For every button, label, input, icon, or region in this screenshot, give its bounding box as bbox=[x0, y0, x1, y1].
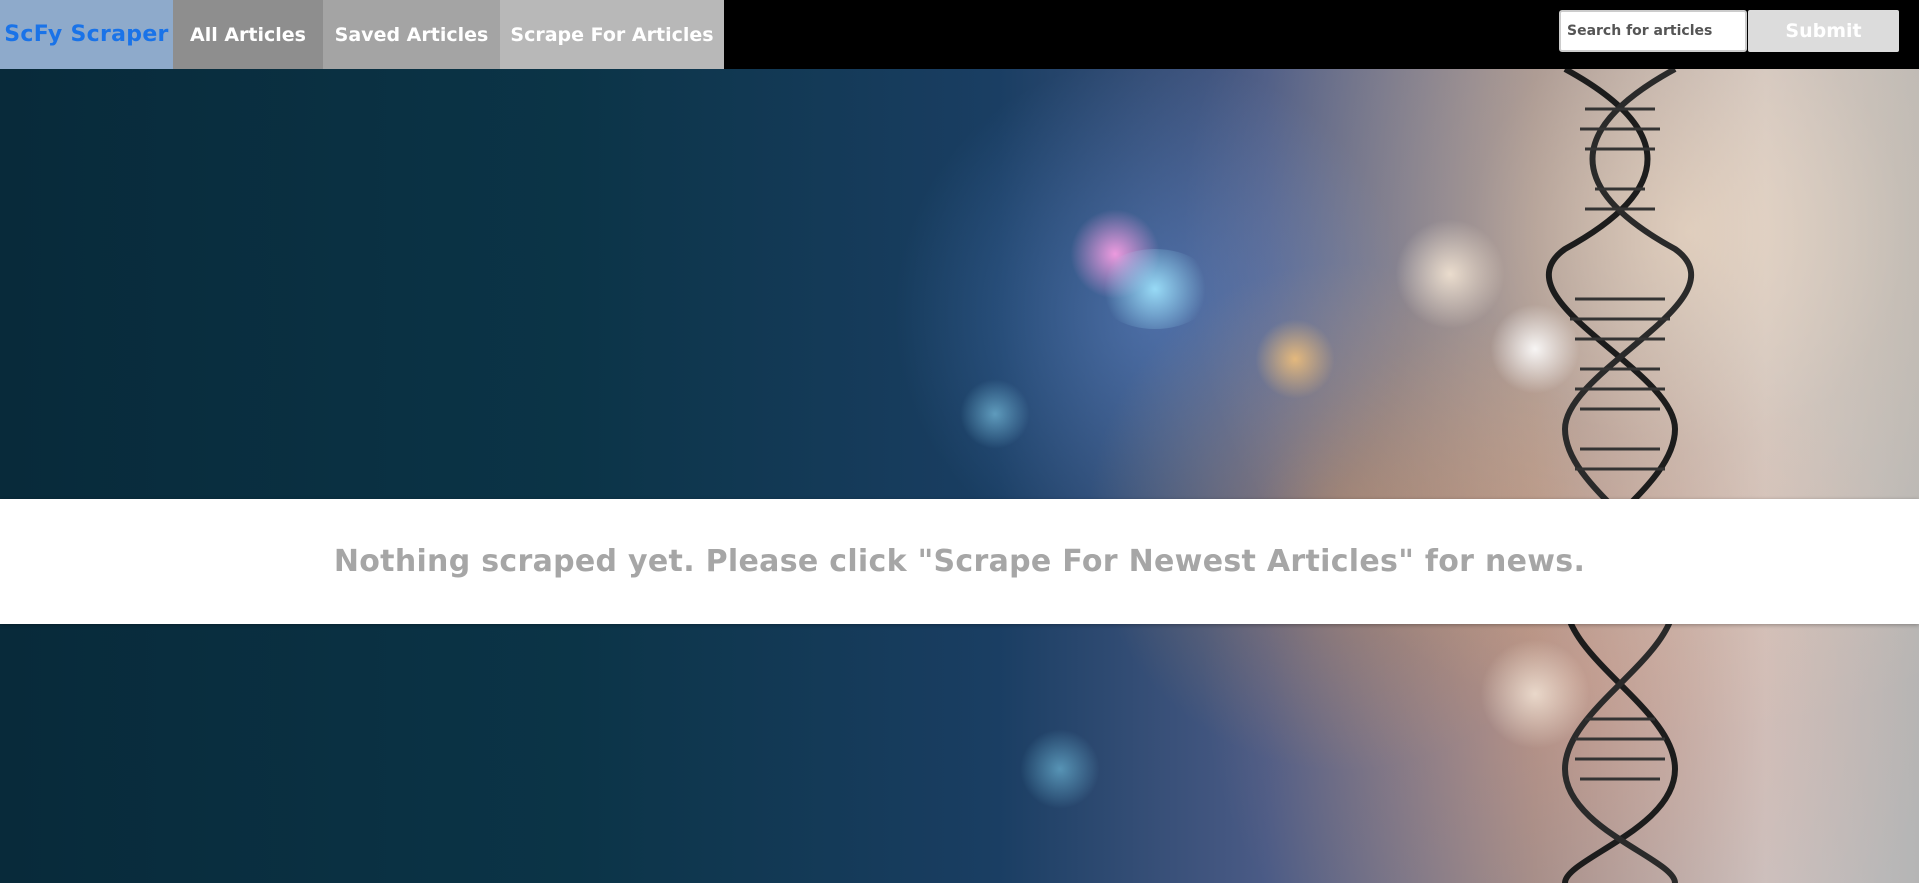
nav-saved-articles-link[interactable]: Saved Articles bbox=[323, 0, 500, 69]
empty-state-banner: Nothing scraped yet. Please click "Scrap… bbox=[0, 499, 1919, 624]
bokeh-light bbox=[960, 379, 1030, 449]
bokeh-light bbox=[1255, 319, 1335, 399]
search-input[interactable] bbox=[1559, 10, 1747, 52]
brand-logo-link[interactable]: ScFy Scraper bbox=[0, 0, 173, 69]
bokeh-light bbox=[1095, 249, 1215, 329]
hero-background-image bbox=[0, 69, 1919, 883]
submit-button[interactable]: Submit bbox=[1748, 10, 1899, 52]
nav-all-articles-link[interactable]: All Articles bbox=[173, 0, 323, 69]
top-navbar: ScFy Scraper All Articles Saved Articles… bbox=[0, 0, 1919, 69]
nav-scrape-articles-link[interactable]: Scrape For Articles bbox=[500, 0, 724, 69]
dna-helix-icon bbox=[1545, 69, 1695, 883]
search-form: Submit bbox=[1559, 10, 1899, 52]
empty-state-message: Nothing scraped yet. Please click "Scrap… bbox=[333, 544, 1586, 579]
bokeh-light bbox=[1020, 729, 1100, 809]
bokeh-light bbox=[1395, 219, 1505, 329]
